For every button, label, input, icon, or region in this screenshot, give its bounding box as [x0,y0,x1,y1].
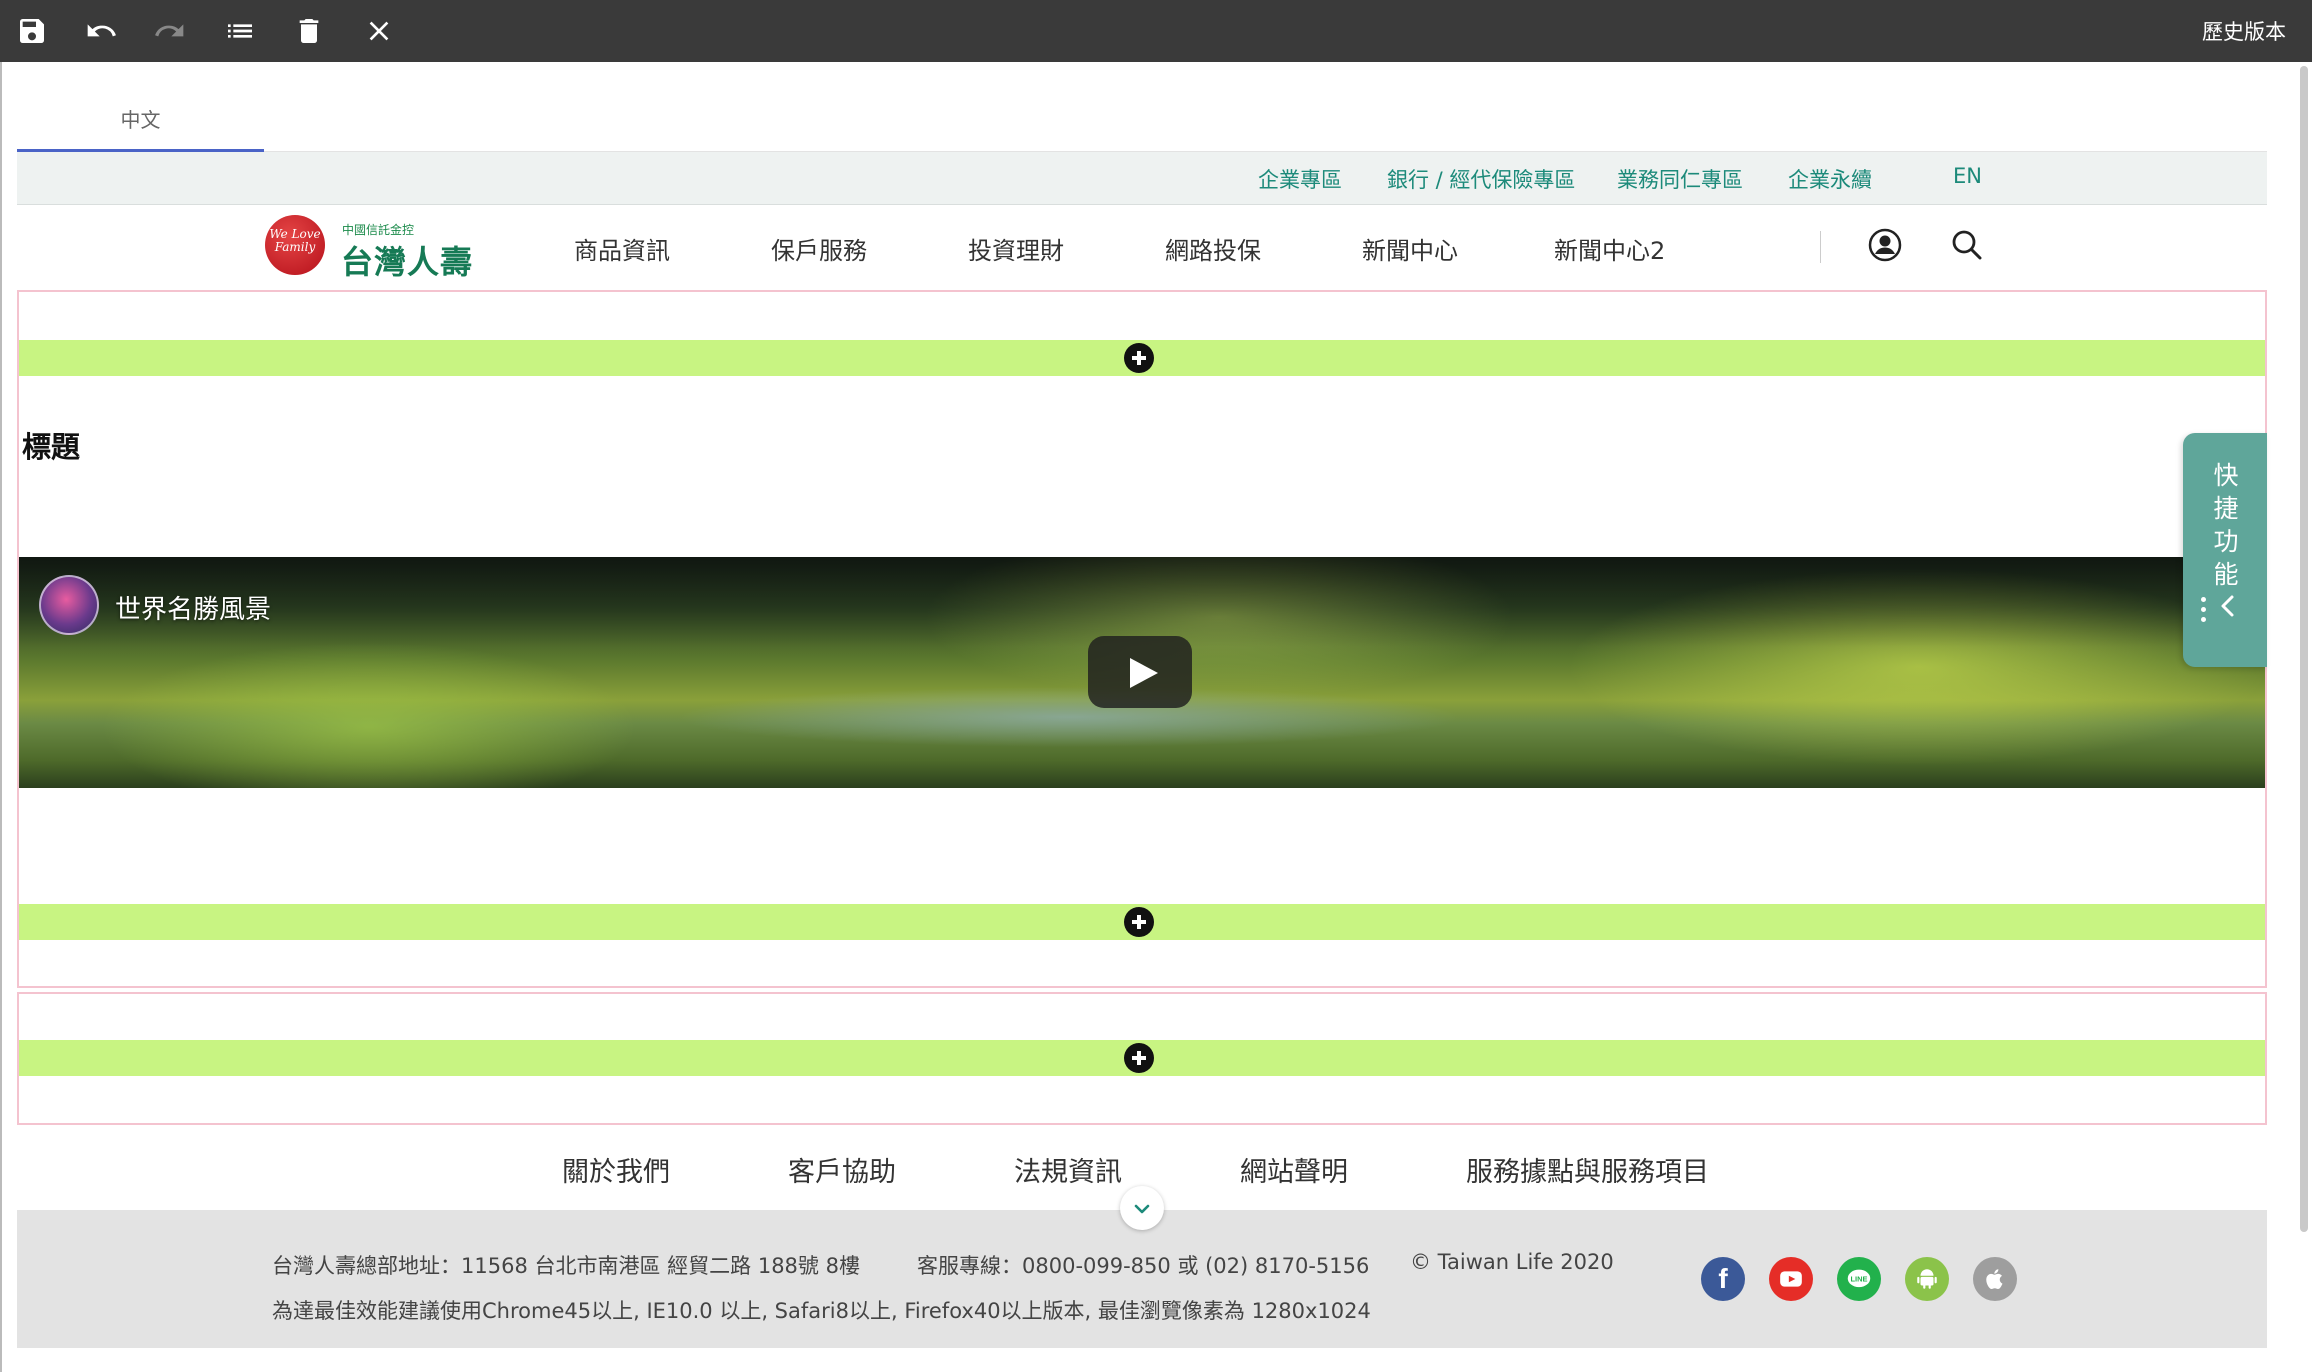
utility-bar: 企業專區 銀行 / 經代保險專區 業務同仁專區 企業永續 EN [17,152,2267,205]
logo-company-name: 台灣人壽 [341,243,474,281]
logo-emblem: We Love Family [265,215,325,275]
facebook-icon[interactable]: f [1701,1257,1745,1301]
block-title: 標題 [22,430,81,464]
drag-handle-icon[interactable] [2201,597,2207,627]
footer-link-about[interactable]: 關於我們 [562,1150,670,1189]
chevron-down-icon [1134,1204,1150,1214]
add-component-button[interactable] [1124,1043,1154,1073]
play-button[interactable] [1088,636,1192,708]
footer-address: 台灣人壽總部地址：11568 台北市南港區 經貿二路 188號 8樓 [272,1254,860,1278]
redo-icon[interactable] [150,11,190,51]
footer-link-statement[interactable]: 網站聲明 [1240,1150,1348,1189]
footer-link-regulations[interactable]: 法規資訊 [1014,1150,1122,1189]
channel-avatar[interactable] [39,575,99,635]
youtube-icon[interactable] [1769,1257,1813,1301]
nav-item-investment[interactable]: 投資理財 [968,231,1064,266]
footer-hotline: 客服專線：0800-099-850 或 (02) 8170-5156 [917,1254,1370,1278]
quick-function-tab[interactable]: 快 捷 功 能 [2183,433,2267,667]
video-player[interactable]: 世界名勝風景 [19,557,2265,788]
apple-icon[interactable] [1973,1257,2017,1301]
vertical-scrollbar[interactable] [2300,66,2308,1232]
search-icon[interactable] [1949,227,1985,263]
nav-item-policyholder-service[interactable]: 保戶服務 [771,231,867,266]
util-link-staff[interactable]: 業務同仁專區 [1617,164,1743,194]
video-title[interactable]: 世界名勝風景 [115,589,271,626]
page-edge [0,62,2,1372]
nav-item-news-center-2[interactable]: 新聞中心2 [1554,231,1665,266]
user-icon[interactable] [1867,227,1903,263]
undo-icon[interactable] [81,11,121,51]
util-link-english[interactable]: EN [1953,164,1982,188]
line-icon[interactable]: LINE [1837,1257,1881,1301]
history-version-button[interactable]: 歷史版本 [2202,16,2286,46]
close-icon[interactable] [359,11,399,51]
add-component-bar [19,340,2265,376]
nav-item-products[interactable]: 商品資訊 [574,231,670,266]
video-overlay [19,557,2265,647]
util-link-sustainability[interactable]: 企業永續 [1788,164,1872,194]
footer-info: 台灣人壽總部地址：11568 台北市南港區 經貿二路 188號 8樓 客服專線：… [17,1210,2267,1348]
editor-toolbar: 歷史版本 [0,0,2312,62]
logo-parent-company: 中國信託金控 [342,223,415,237]
add-component-button[interactable] [1124,907,1154,937]
site-logo[interactable]: We Love Family 中國信託金控 台灣人壽 [265,215,490,281]
nav-item-news-center[interactable]: 新聞中心 [1362,231,1458,266]
footer-link-help[interactable]: 客戶協助 [788,1150,896,1189]
util-link-enterprise[interactable]: 企業專區 [1258,164,1342,194]
footer-browser-note: 為達最佳效能建議使用Chrome45以上, IE10.0 以上, Safari8… [272,1299,1371,1323]
add-component-bar [19,904,2265,940]
svg-text:LINE: LINE [1850,1275,1867,1284]
trash-icon[interactable] [289,11,329,51]
save-icon[interactable] [12,11,52,51]
main-navigation: We Love Family 中國信託金控 台灣人壽 商品資訊 保戶服務 投資理… [17,205,2267,285]
add-component-button[interactable] [1124,343,1154,373]
footer-copyright: © Taiwan Life 2020 [1410,1250,1614,1274]
footer-link-service-locations[interactable]: 服務據點與服務項目 [1466,1150,1709,1189]
quick-function-label: 快 捷 功 能 [2213,461,2239,589]
tab-chinese[interactable]: 中文 [17,88,264,152]
chevron-left-icon[interactable] [2217,591,2239,621]
language-tabs: 中文 [17,88,2267,152]
add-component-bar [19,1040,2265,1076]
nav-item-online-insurance[interactable]: 網路投保 [1165,231,1261,266]
util-link-bank-broker[interactable]: 銀行 / 經代保險專區 [1387,164,1575,194]
footer-expand-button[interactable] [1120,1186,1164,1230]
list-icon[interactable] [220,11,260,51]
nav-divider [1820,231,1821,263]
android-icon[interactable] [1905,1257,1949,1301]
